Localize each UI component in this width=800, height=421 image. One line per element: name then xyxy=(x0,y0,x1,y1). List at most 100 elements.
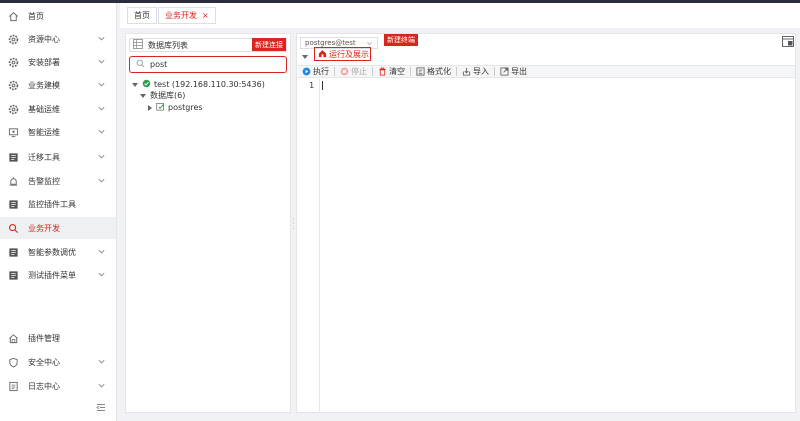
new-connection-button[interactable]: 新建连接 xyxy=(252,38,286,51)
layout-toggle-icon[interactable] xyxy=(782,36,794,47)
database-icon xyxy=(133,39,143,51)
monitor-icon xyxy=(7,126,19,138)
sidebar-item-label: 日志中心 xyxy=(28,382,60,391)
sidebar-item-label: 业务开发 xyxy=(28,224,60,233)
tab-business-dev[interactable]: 业务开发 × xyxy=(158,7,216,24)
chevron-down-icon xyxy=(97,34,106,43)
export-label: 导出 xyxy=(511,67,527,76)
sidebar-item-security-center[interactable]: 安全中心 xyxy=(0,351,116,373)
sidebar-item-label: 首页 xyxy=(28,12,44,21)
run-display-label: 运行及展示 xyxy=(329,49,369,59)
document-icon xyxy=(7,198,19,210)
shield-icon xyxy=(7,356,19,368)
export-button[interactable]: 导出 xyxy=(500,66,527,77)
stop-button[interactable]: 停止 xyxy=(340,66,367,77)
sidebar-item-monitor-plugin-tool[interactable]: 监控插件工具 xyxy=(0,193,116,215)
toolbar-divider xyxy=(456,67,457,76)
toolbar-divider xyxy=(410,67,411,76)
sidebar-item-label: 基础运维 xyxy=(28,105,60,114)
format-button[interactable]: 格式化 xyxy=(416,66,451,77)
toolbar-divider xyxy=(334,67,335,76)
import-button[interactable]: 导入 xyxy=(462,66,489,77)
expand-icon[interactable] xyxy=(140,93,146,98)
chevron-down-icon xyxy=(97,152,106,161)
panel-splitter[interactable] xyxy=(292,215,295,233)
sidebar-item-test-plugin-menu[interactable]: 测试插件菜单 xyxy=(0,264,116,286)
chevron-down-icon xyxy=(97,270,106,279)
sidebar-item-home[interactable]: 首页 xyxy=(0,5,116,27)
sidebar-item-label: 业务建模 xyxy=(28,81,60,90)
sidebar-item-label: 告警监控 xyxy=(28,177,60,186)
sidebar-item-label: 资源中心 xyxy=(28,35,60,44)
gear-icon xyxy=(7,79,19,91)
database-list-panel: 数据库列表 新建连接 post test (192.168.110.30:543… xyxy=(125,33,291,413)
chevron-down-icon xyxy=(97,176,106,185)
database-list-title: 数据库列表 xyxy=(148,40,188,50)
sql-editor-panel: postgres@test 新建终端 运行及展示 执行 停止 清空 格式化 导入… xyxy=(296,33,796,413)
gear-icon xyxy=(7,56,19,68)
sidebar-item-migration-tool[interactable]: 迁移工具 xyxy=(0,146,116,168)
sidebar-item-label: 智能运维 xyxy=(28,128,60,137)
toolbar-divider xyxy=(372,67,373,76)
document-icon xyxy=(7,151,19,163)
sidebar-item-install-deploy[interactable]: 安装部署 xyxy=(0,51,116,73)
collapse-sidebar-icon[interactable] xyxy=(96,403,108,413)
sidebar-item-param-tuning[interactable]: 智能参数调优 xyxy=(0,241,116,263)
connection-label: test (192.168.110.30:5436) xyxy=(154,80,265,89)
sql-code-editor[interactable]: 1 xyxy=(298,79,795,412)
line-number-gutter: 1 xyxy=(298,79,320,412)
sidebar-item-label: 安装部署 xyxy=(28,58,60,67)
toolbar-divider xyxy=(494,67,495,76)
trash-icon xyxy=(378,67,387,76)
chevron-down-icon xyxy=(97,357,106,366)
export-icon xyxy=(500,67,509,76)
collapsed-icon[interactable] xyxy=(148,104,152,111)
stop-icon xyxy=(340,67,349,76)
format-label: 格式化 xyxy=(427,67,451,76)
plugin-icon xyxy=(7,332,19,344)
chevron-down-icon xyxy=(366,40,373,47)
stop-label: 停止 xyxy=(351,67,367,76)
close-icon[interactable]: × xyxy=(202,11,209,20)
tree-node-database[interactable]: postgres xyxy=(148,102,203,113)
sidebar-item-log-center[interactable]: 日志中心 xyxy=(0,375,116,397)
database-label: postgres xyxy=(168,103,203,112)
tab-label: 首页 xyxy=(134,11,150,20)
sidebar-item-label: 插件管理 xyxy=(28,334,60,343)
execute-button[interactable]: 执行 xyxy=(302,66,329,77)
chevron-down-icon xyxy=(97,57,106,66)
alarm-icon xyxy=(7,175,19,187)
sidebar-item-label: 迁移工具 xyxy=(28,153,60,162)
expand-icon[interactable] xyxy=(132,82,138,87)
tree-node-connection[interactable]: test (192.168.110.30:5436) xyxy=(132,79,265,90)
execute-label: 执行 xyxy=(313,67,329,76)
play-icon xyxy=(302,67,311,76)
sidebar-item-label: 智能参数调优 xyxy=(28,248,76,257)
run-display-button[interactable]: 运行及展示 xyxy=(314,47,371,61)
import-label: 导入 xyxy=(473,67,489,76)
import-icon xyxy=(462,67,471,76)
sidebar-item-business-modeling[interactable]: 业务建模 xyxy=(0,74,116,96)
clear-button[interactable]: 清空 xyxy=(378,66,405,77)
line-number: 1 xyxy=(309,81,314,90)
document-icon xyxy=(7,269,19,281)
format-icon xyxy=(416,67,425,76)
collapse-arrow-icon[interactable] xyxy=(302,52,312,61)
database-item-icon xyxy=(156,102,165,113)
sidebar-item-basic-ops[interactable]: 基础运维 xyxy=(0,98,116,120)
sidebar-item-resource-center[interactable]: 资源中心 xyxy=(0,28,116,50)
home-icon xyxy=(7,10,19,22)
database-search-input[interactable]: post xyxy=(129,56,287,73)
databases-label: 数据库(6) xyxy=(150,91,186,100)
new-terminal-button[interactable]: 新建终端 xyxy=(384,34,418,46)
tab-label: 业务开发 xyxy=(165,11,197,20)
sidebar-item-alarm-monitor[interactable]: 告警监控 xyxy=(0,170,116,192)
tab-home[interactable]: 首页 xyxy=(127,7,157,24)
sidebar-item-business-dev[interactable]: 业务开发 xyxy=(0,217,116,239)
log-icon xyxy=(7,380,19,392)
sidebar-item-label: 监控插件工具 xyxy=(28,200,76,209)
sidebar-item-plugin-management[interactable]: 插件管理 xyxy=(0,327,116,349)
sql-toolbar: 执行 停止 清空 格式化 导入 导出 xyxy=(298,65,795,78)
sidebar-item-intelligent-ops[interactable]: 智能运维 xyxy=(0,121,116,143)
tree-node-databases[interactable]: 数据库(6) xyxy=(140,90,185,101)
